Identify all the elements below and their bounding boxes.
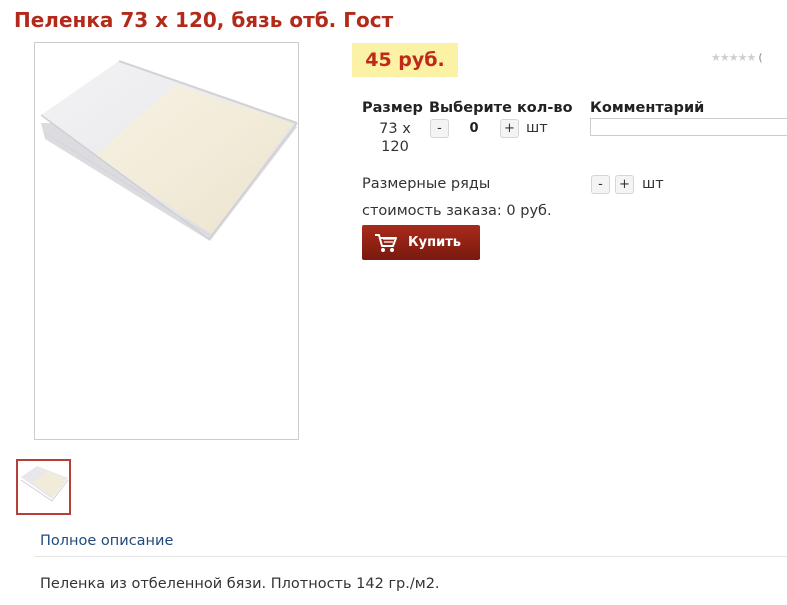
- tab-full-description[interactable]: Полное описание: [40, 533, 173, 549]
- size-series-label: Размерные ряды: [362, 176, 491, 192]
- rating-stars[interactable]: ★★★★★(: [711, 51, 763, 64]
- quantity-unit: шт: [526, 120, 548, 136]
- quantity-plus-button[interactable]: +: [500, 119, 519, 138]
- product-main-image[interactable]: [34, 42, 299, 440]
- quantity-value[interactable]: 0: [460, 119, 488, 138]
- star-icons: ★★★★★: [711, 51, 756, 64]
- order-total: стоимость заказа: 0 руб.: [362, 203, 552, 219]
- thumbnail-image: [20, 466, 69, 502]
- product-price: 45 руб.: [352, 43, 458, 77]
- buy-button[interactable]: Купить: [362, 225, 480, 260]
- series-plus-button[interactable]: +: [615, 175, 634, 194]
- series-unit: шт: [642, 176, 664, 192]
- product-description: Пеленка из отбеленной бязи. Плотность 14…: [40, 576, 440, 592]
- column-header-comment: Комментарий: [590, 100, 705, 116]
- product-title: Пеленка 73 х 120, бязь отб. Гост: [14, 8, 394, 32]
- rating-count-paren: (: [758, 51, 763, 64]
- cart-icon: [375, 233, 397, 252]
- quantity-minus-button[interactable]: -: [430, 119, 449, 138]
- comment-input[interactable]: [590, 118, 787, 136]
- divider: [34, 556, 787, 557]
- buy-button-label: Купить: [408, 235, 461, 250]
- diaper-image: [40, 60, 298, 241]
- product-thumbnail[interactable]: [16, 459, 71, 515]
- column-header-quantity: Выберите кол-во: [429, 100, 573, 116]
- series-minus-button[interactable]: -: [591, 175, 610, 194]
- column-header-size: Размер: [362, 100, 423, 116]
- size-value: 73 х 120: [379, 121, 411, 155]
